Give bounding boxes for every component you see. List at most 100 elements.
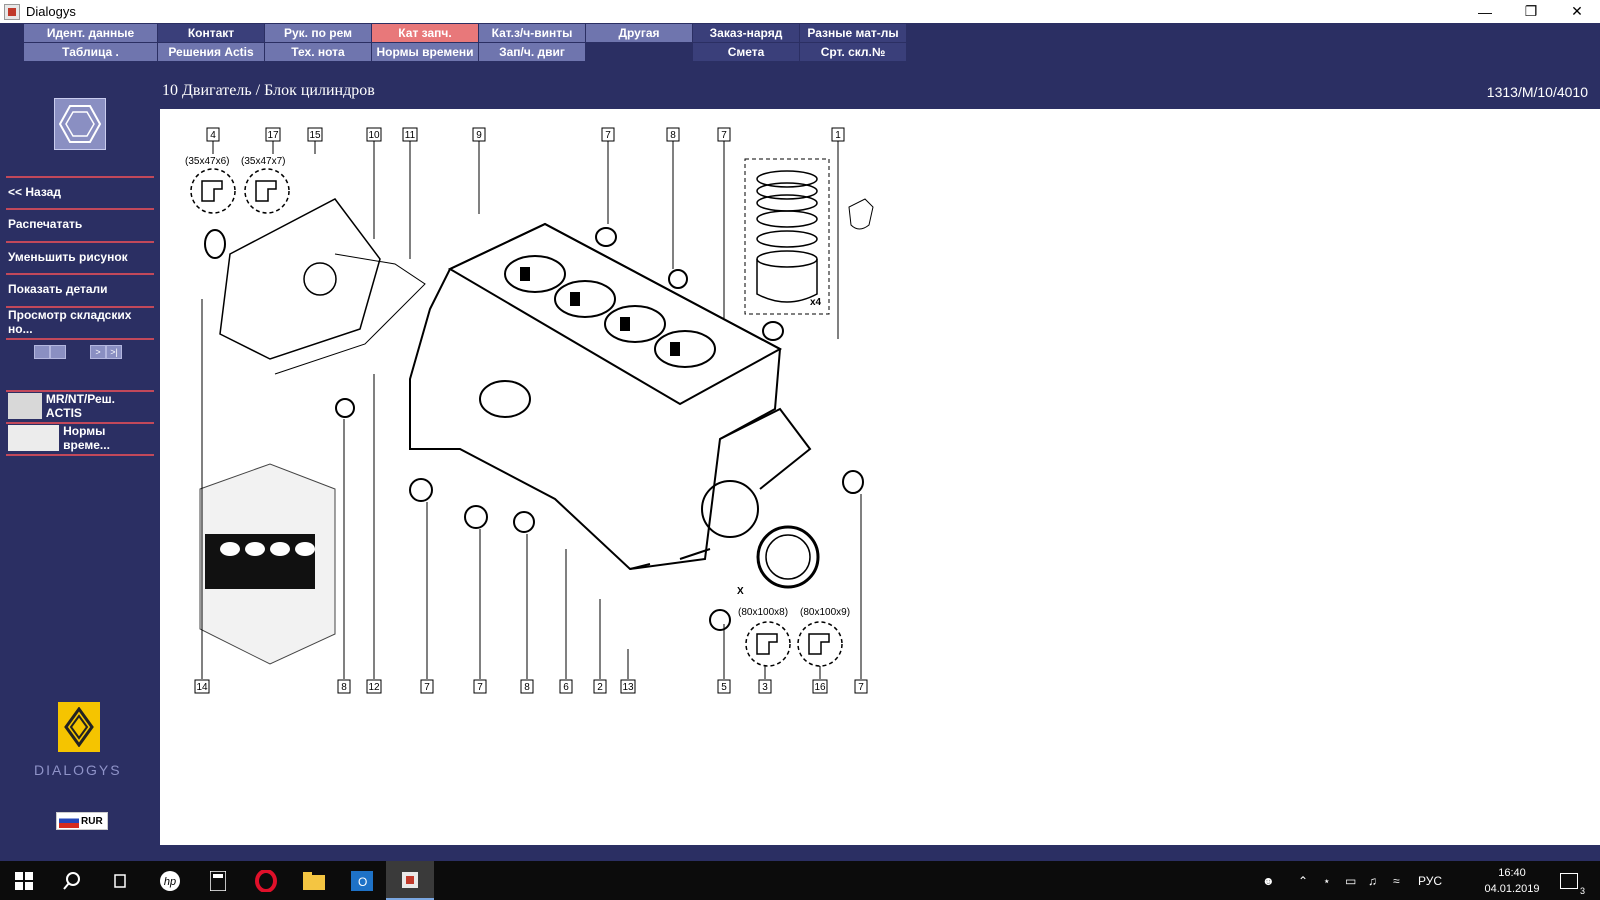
java-app-icon xyxy=(4,3,20,20)
svg-text:7: 7 xyxy=(721,130,727,141)
print-button[interactable]: Распечатать xyxy=(6,208,154,238)
time-norms-tool-label: Нормы време... xyxy=(63,424,110,452)
prev-page-button[interactable] xyxy=(50,345,66,359)
nav-screws-catalog[interactable]: Кат.з/ч-винты xyxy=(479,24,585,42)
time-norms-tool[interactable]: Нормы време... xyxy=(6,422,154,452)
callout-top-9[interactable]: 9 xyxy=(472,127,486,142)
cylinder-block[interactable] xyxy=(409,222,812,571)
svg-text:1: 1 xyxy=(835,130,841,141)
seal-label-80x100x9: (80x100x9) xyxy=(800,607,850,618)
taskbar: hp O ☻ ⌃ ⋆ ▭ ♫ ≈ РУС 16:40 04.01.2019 3 xyxy=(0,861,1600,900)
nav-work-order[interactable]: Заказ-наряд xyxy=(693,24,799,42)
bluetooth-icon[interactable]: ⋆ xyxy=(1323,861,1331,900)
task-view-icon[interactable] xyxy=(96,861,144,900)
menu-divider xyxy=(6,338,154,340)
callout-top-4[interactable]: 4 xyxy=(206,127,220,142)
svg-text:O: O xyxy=(358,875,367,889)
nav-tech-note[interactable]: Тех. нота xyxy=(265,43,371,61)
clock[interactable]: 16:40 04.01.2019 xyxy=(1480,865,1544,897)
nav-ident-data[interactable]: Идент. данные xyxy=(24,24,157,42)
callout-bottom-7c[interactable]: 7 xyxy=(854,679,868,694)
nav-time-norms[interactable]: Нормы времени xyxy=(372,43,478,61)
nav-actis-solutions[interactable]: Решения Actis xyxy=(158,43,264,61)
show-details-button[interactable]: Показать детали xyxy=(6,273,154,303)
callout-top-7a[interactable]: 7 xyxy=(601,127,615,142)
minimize-button[interactable]: — xyxy=(1462,0,1508,23)
language-indicator[interactable]: РУС xyxy=(1418,861,1442,900)
close-button[interactable]: ✕ xyxy=(1554,0,1600,23)
svg-text:7: 7 xyxy=(605,130,611,141)
nav-parts-catalog[interactable]: Кат запч. xyxy=(372,24,478,42)
volume-icon[interactable]: ♫ xyxy=(1368,861,1377,900)
callout-bottom-8a[interactable]: 8 xyxy=(337,679,351,694)
callout-top-1[interactable]: 1 xyxy=(831,127,845,142)
callout-bottom-8b[interactable]: 8 xyxy=(520,679,534,694)
notification-center-icon[interactable]: 3 xyxy=(1560,861,1585,900)
callout-top-7b[interactable]: 7 xyxy=(717,127,731,142)
nav-stock-number[interactable]: Срт. скл.№ xyxy=(800,43,906,61)
callout-bottom-13[interactable]: 13 xyxy=(620,679,636,694)
callout-bottom-14[interactable]: 14 xyxy=(194,679,210,694)
renault-logo-icon xyxy=(58,702,100,752)
hp-icon[interactable]: hp xyxy=(146,861,194,900)
people-icon[interactable]: ☻ xyxy=(1262,861,1275,900)
nav-misc-materials[interactable]: Разные мат-лы xyxy=(800,24,906,42)
svg-text:7: 7 xyxy=(858,682,864,693)
diagram-canvas[interactable]: 4 17 15 10 11 9 7 8 7 1 (35x47x6) (35x47… xyxy=(160,109,1600,845)
callout-top-11[interactable]: 11 xyxy=(402,127,418,142)
clock-date: 04.01.2019 xyxy=(1484,883,1540,895)
file-explorer-icon[interactable] xyxy=(290,861,338,900)
currency-selector[interactable]: RUR xyxy=(56,812,108,830)
piston-kit[interactable]: x4 xyxy=(744,158,830,315)
back-button[interactable]: << Назад xyxy=(6,176,154,206)
nav-engine-parts[interactable]: Зап/ч. двиг xyxy=(479,43,585,61)
callout-bottom-12[interactable]: 12 xyxy=(366,679,382,694)
crank-oil-seal[interactable] xyxy=(756,525,820,589)
piston-multiplier: x4 xyxy=(810,297,822,308)
java-taskbar-icon[interactable] xyxy=(386,861,434,900)
search-icon[interactable] xyxy=(48,861,96,900)
svg-text:3: 3 xyxy=(762,682,768,693)
callout-top-8[interactable]: 8 xyxy=(666,127,680,142)
nav-other[interactable]: Другая xyxy=(586,24,692,42)
chevron-up-icon[interactable]: ⌃ xyxy=(1298,861,1308,900)
notification-count: 3 xyxy=(1579,885,1585,896)
zoom-out-button[interactable]: Уменьшить рисунок xyxy=(6,241,154,271)
callout-bottom-5[interactable]: 5 xyxy=(717,679,731,694)
clock-time: 16:40 xyxy=(1498,867,1526,879)
last-page-button[interactable]: >| xyxy=(106,345,122,359)
actis-solutions-tool[interactable]: MR/NT/Реш. ACTIS xyxy=(6,390,154,420)
callout-top-10[interactable]: 10 xyxy=(366,127,382,142)
callout-top-15[interactable]: 15 xyxy=(307,127,323,142)
page-title: 10 Двигатель / Блок цилиндров xyxy=(162,82,375,99)
callout-bottom-3[interactable]: 3 xyxy=(758,679,772,694)
restore-button[interactable]: ❐ xyxy=(1508,0,1554,23)
callout-top-17[interactable]: 17 xyxy=(265,127,281,142)
callout-bottom-16[interactable]: 16 xyxy=(812,679,828,694)
timing-cover-plate[interactable] xyxy=(219,198,381,360)
nav-repair-manual[interactable]: Рук. по рем xyxy=(265,24,371,42)
callout-bottom-6[interactable]: 6 xyxy=(559,679,573,694)
nav-table[interactable]: Таблица . xyxy=(24,43,157,61)
nav-estimate[interactable]: Смета xyxy=(693,43,799,61)
callout-bottom-7a[interactable]: 7 xyxy=(420,679,434,694)
nav-contact[interactable]: Контакт xyxy=(158,24,264,42)
dialogys-brand: DIALOGYS xyxy=(34,762,122,778)
svg-text:15: 15 xyxy=(309,130,321,141)
windows-start-icon[interactable] xyxy=(0,861,48,900)
callout-bottom-7b[interactable]: 7 xyxy=(473,679,487,694)
hex-logo-icon xyxy=(54,98,106,150)
pager-next-group: > >| xyxy=(90,345,122,359)
seal-label-35x47x6: (35x47x6) xyxy=(185,156,229,167)
first-page-button[interactable] xyxy=(34,345,50,359)
outlook-icon[interactable]: O xyxy=(338,861,386,900)
battery-icon[interactable]: ▭ xyxy=(1345,861,1356,900)
view-stock-numbers-button[interactable]: Просмотр складских но... xyxy=(6,306,154,336)
next-page-button[interactable]: > xyxy=(90,345,106,359)
opera-icon[interactable] xyxy=(242,861,290,900)
callout-bottom-2[interactable]: 2 xyxy=(593,679,607,694)
calculator-icon[interactable] xyxy=(194,861,242,900)
wifi-icon[interactable]: ≈ xyxy=(1393,861,1400,900)
pager-prev-group xyxy=(34,345,66,359)
window-title: Dialogys xyxy=(26,4,76,19)
